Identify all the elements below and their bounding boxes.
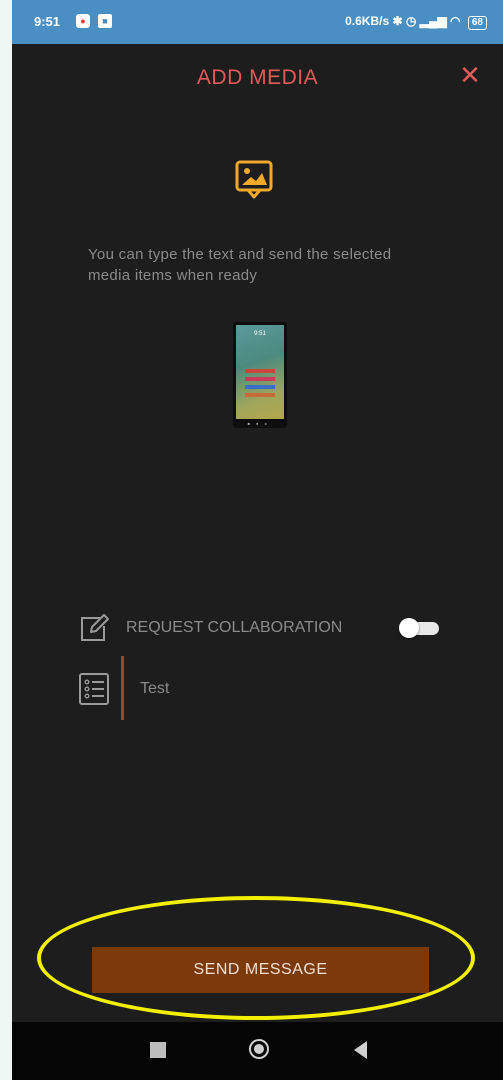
alarm-icon: ◷	[405, 14, 417, 28]
close-icon[interactable]: ✕	[455, 60, 485, 90]
thumbnail-bar	[245, 369, 275, 373]
media-thumbnail[interactable]: 9:51 ■●◂	[233, 322, 287, 428]
system-nav-bar	[12, 1022, 503, 1080]
message-row: Test	[78, 656, 378, 720]
collaboration-toggle[interactable]	[399, 618, 439, 638]
request-collaboration-label: REQUEST COLLABORATION	[126, 619, 343, 636]
wifi-icon: ◠	[450, 14, 461, 28]
media-hint-text: You can type the text and send the selec…	[88, 246, 392, 284]
thumbnail-screen: 9:51	[236, 325, 284, 419]
message-input[interactable]: Test	[140, 680, 169, 698]
image-icon	[235, 160, 273, 199]
thumbnail-nav: ■●◂	[247, 421, 273, 426]
notification-app-icon: ●	[76, 14, 90, 28]
bluetooth-icon: ✱	[392, 14, 403, 28]
send-message-button[interactable]: SEND MESSAGE	[92, 947, 429, 993]
toggle-knob	[399, 618, 419, 638]
home-icon[interactable]	[249, 1039, 269, 1059]
list-icon	[79, 673, 109, 705]
network-speed: 0.6KB/s	[345, 14, 390, 28]
request-collaboration-row[interactable]: REQUEST COLLABORATION	[78, 610, 448, 646]
battery-icon: 68	[467, 16, 487, 30]
app-screen: 9:51 ● ■ 0.6KB/s ✱ ◷ ▂▄▆ ◠ 68 ADD MEDIA …	[12, 0, 503, 1080]
message-divider	[121, 656, 124, 720]
thumbnail-clock: 9:51	[254, 331, 266, 337]
gallery-app-icon: ■	[98, 14, 112, 28]
thumbnail-bar	[245, 393, 275, 397]
back-icon[interactable]	[354, 1041, 367, 1059]
battery-level: 68	[471, 17, 483, 28]
signal-icon: ▂▄▆	[419, 14, 447, 28]
status-bar: 9:51 ● ■ 0.6KB/s ✱ ◷ ▂▄▆ ◠ 68	[12, 0, 503, 44]
status-right: 0.6KB/s ✱ ◷ ▂▄▆ ◠ 68	[345, 14, 487, 30]
edit-icon	[81, 614, 109, 641]
recents-icon[interactable]	[150, 1042, 166, 1058]
thumbnail-bar	[245, 377, 275, 381]
status-time: 9:51	[34, 14, 61, 29]
thumbnail-bar	[245, 385, 275, 389]
page-title: ADD MEDIA	[196, 66, 319, 89]
